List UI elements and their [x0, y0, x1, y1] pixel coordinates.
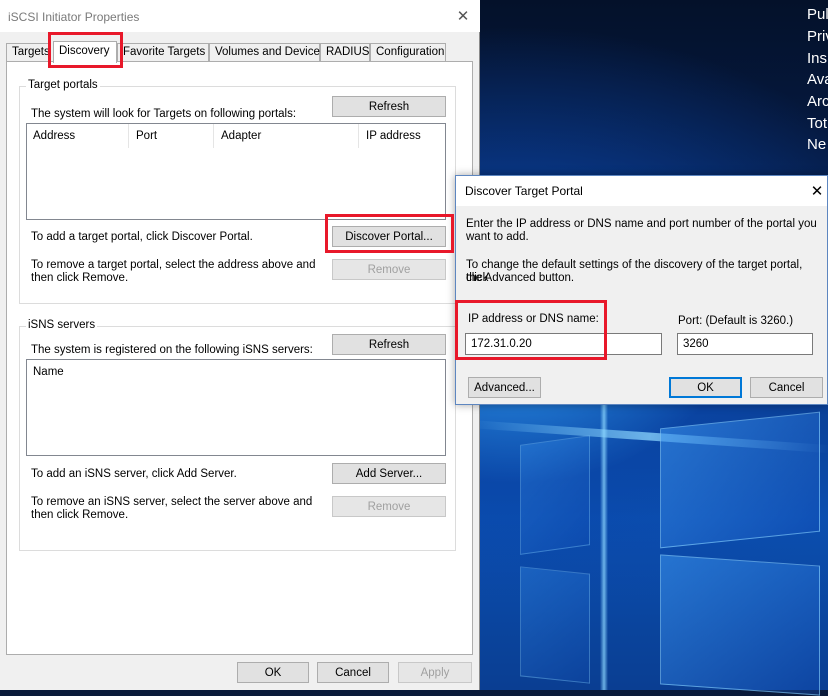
- tab-favorite-targets[interactable]: Favorite Targets: [117, 43, 209, 62]
- discovery-tab-panel: Target portals The system will look for …: [6, 61, 473, 655]
- advanced-button[interactable]: Advanced...: [468, 377, 541, 398]
- tab-label: Discovery: [59, 45, 110, 57]
- target-portals-group: Target portals The system will look for …: [19, 79, 456, 304]
- iscsi-initiator-dialog: iSCSI Initiator Properties ✕ Targets Dis…: [0, 0, 480, 690]
- portal-ok-button[interactable]: OK: [669, 377, 742, 398]
- title-bar[interactable]: iSCSI Initiator Properties ✕: [0, 0, 480, 32]
- port-label: Port: (Default is 3260.): [678, 315, 794, 327]
- target-portals-legend: Target portals: [26, 79, 100, 91]
- ok-button[interactable]: OK: [237, 662, 309, 683]
- target-portals-description: The system will look for Targets on foll…: [31, 108, 297, 120]
- desktop-text-6: Tot: [807, 115, 828, 132]
- remove-isns-hint-line1: To remove an iSNS server, select the ser…: [31, 496, 313, 508]
- portal-close-button[interactable]: ✕: [804, 177, 828, 205]
- remove-isns-button[interactable]: Remove: [332, 496, 446, 517]
- tab-label: Volumes and Devices: [215, 46, 326, 58]
- target-portals-list[interactable]: Address Port Adapter IP address: [26, 123, 446, 220]
- port-input[interactable]: [677, 333, 813, 355]
- portal-dialog-title: Discover Target Portal: [465, 184, 583, 198]
- portal-intro-line1: Enter the IP address or DNS name and por…: [466, 218, 817, 230]
- column-header-name[interactable]: Name: [27, 360, 446, 384]
- desktop-text-2: Priv: [807, 28, 828, 45]
- desktop-text-3: Ins: [807, 50, 828, 67]
- tab-targets[interactable]: Targets: [6, 43, 50, 62]
- tab-configuration[interactable]: Configuration: [370, 43, 446, 62]
- remove-portal-hint-line2: then click Remove.: [31, 272, 129, 284]
- close-icon: ✕: [810, 183, 824, 200]
- isns-servers-description: The system is registered on the followin…: [31, 344, 313, 356]
- close-button[interactable]: ✕: [448, 2, 478, 30]
- dialog-title: iSCSI Initiator Properties: [8, 10, 140, 24]
- desktop-text-7: Ne: [807, 136, 827, 153]
- desktop-text-1: Pul: [807, 6, 828, 23]
- column-header-port[interactable]: Port: [130, 124, 214, 148]
- ip-address-input[interactable]: [465, 333, 662, 355]
- cancel-button[interactable]: Cancel: [317, 662, 389, 683]
- column-header-ip-address[interactable]: IP address: [360, 124, 446, 148]
- tab-discovery[interactable]: Discovery: [53, 41, 117, 63]
- discover-portal-button[interactable]: Discover Portal...: [332, 226, 446, 247]
- target-portals-refresh-button[interactable]: Refresh: [332, 96, 446, 117]
- tab-label: Targets: [12, 46, 50, 58]
- column-header-adapter[interactable]: Adapter: [215, 124, 359, 148]
- tab-radius[interactable]: RADIUS: [320, 43, 370, 62]
- desktop-text-4: Ava: [807, 71, 828, 88]
- tab-label: Favorite Targets: [123, 46, 206, 58]
- tab-label: Configuration: [376, 46, 445, 58]
- add-portal-hint: To add a target portal, click Discover P…: [31, 231, 253, 243]
- tab-label: RADIUS: [326, 46, 370, 58]
- portal-advanced-hint-line2: the Advanced button.: [466, 272, 575, 284]
- portal-intro-line2: want to add.: [466, 231, 529, 243]
- column-header-address[interactable]: Address: [27, 124, 129, 148]
- remove-portal-hint-line1: To remove a target portal, select the ad…: [31, 259, 316, 271]
- portal-title-bar[interactable]: Discover Target Portal ✕: [456, 176, 827, 206]
- tab-volumes-and-devices[interactable]: Volumes and Devices: [209, 43, 326, 62]
- close-icon: ✕: [456, 8, 470, 25]
- remove-isns-hint-line2: then click Remove.: [31, 509, 129, 521]
- isns-servers-list[interactable]: Name: [26, 359, 446, 456]
- apply-button[interactable]: Apply: [398, 662, 472, 683]
- discover-target-portal-dialog: Discover Target Portal ✕ Enter the IP ad…: [455, 175, 828, 405]
- isns-servers-legend: iSNS servers: [26, 319, 98, 331]
- isns-refresh-button[interactable]: Refresh: [332, 334, 446, 355]
- isns-servers-group: iSNS servers The system is registered on…: [19, 319, 456, 551]
- remove-portal-button[interactable]: Remove: [332, 259, 446, 280]
- add-server-button[interactable]: Add Server...: [332, 463, 446, 484]
- desktop-text-5: Arc: [807, 93, 828, 110]
- portal-cancel-button[interactable]: Cancel: [750, 377, 823, 398]
- add-isns-hint: To add an iSNS server, click Add Server.: [31, 468, 237, 480]
- ip-address-label: IP address or DNS name:: [468, 313, 599, 325]
